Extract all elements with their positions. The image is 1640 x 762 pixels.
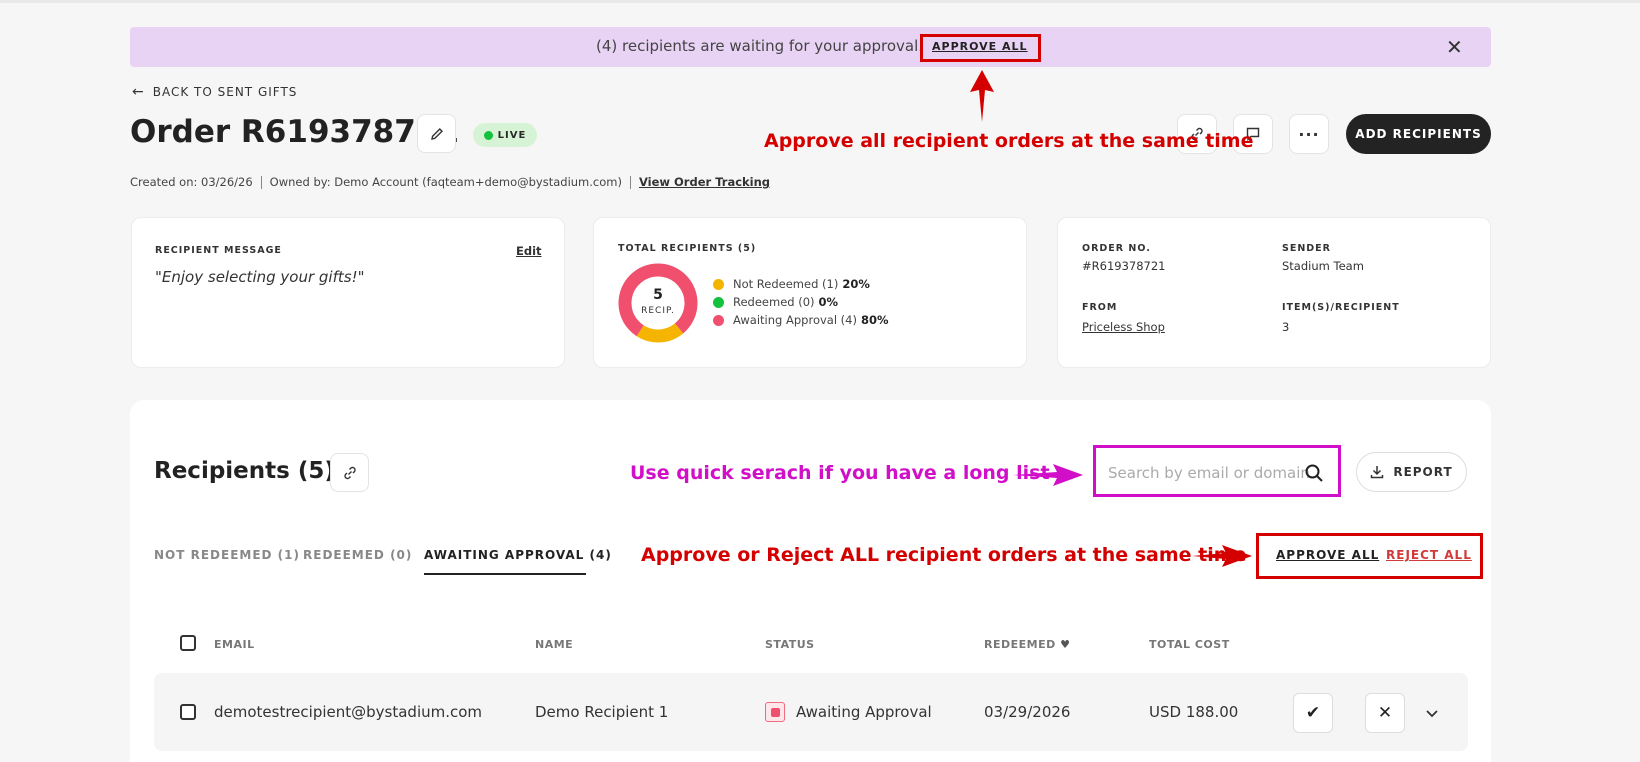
donut-legend: Not Redeemed (1) 20% Redeemed (0) 0% Await…: [713, 275, 889, 329]
tab-not-redeemed[interactable]: NOT REDEEMED (1): [154, 548, 300, 562]
live-dot-icon: [483, 130, 493, 140]
recipient-message-card: [131, 217, 565, 368]
view-order-tracking-link[interactable]: View Order Tracking: [639, 175, 770, 189]
legend-dot-icon: [713, 314, 724, 326]
order-meta: Created on: 03/26/26 Owned by: Demo Accou…: [130, 175, 770, 189]
link-icon: [343, 466, 356, 479]
annotation-arrow-right: [1013, 464, 1083, 486]
legend-label: Awaiting Approval (4): [733, 313, 857, 327]
annotation-bulk-actions: Approve or Reject ALL recipient orders a…: [641, 544, 1247, 566]
sender-value: Stadium Team: [1282, 259, 1364, 273]
row-total-cost: USD 188.00: [1149, 703, 1239, 721]
back-label: BACK TO SENT GIFTS: [152, 85, 298, 99]
search-input[interactable]: Search by email or domain: [1108, 464, 1310, 482]
legend-pct: 20%: [842, 277, 870, 291]
donut-count: 5: [653, 287, 663, 303]
select-all-checkbox[interactable]: [180, 635, 196, 651]
active-tab-underline: [424, 573, 586, 575]
legend-redeemed: Redeemed (0) 0%: [713, 293, 889, 311]
row-name: Demo Recipient 1: [535, 703, 669, 721]
recipients-title: Recipients (5): [154, 458, 335, 484]
download-icon: [1371, 466, 1384, 479]
back-to-sent-gifts-link[interactable]: ← BACK TO SENT GIFTS: [132, 84, 297, 100]
created-date: Created on: 03/26/26: [130, 175, 253, 189]
close-icon[interactable]: ✕: [1446, 35, 1463, 59]
annotation-search: Use quick serach if you have a long list: [630, 462, 1050, 484]
sender-label: SENDER: [1282, 243, 1331, 254]
order-info-card: [1057, 217, 1491, 368]
top-border: [0, 0, 1640, 3]
total-recipients-label: TOTAL RECIPIENTS (5): [618, 243, 757, 254]
row-status: Awaiting Approval: [796, 703, 932, 721]
column-redeemed-label: REDEEMED: [984, 638, 1056, 651]
add-recipients-button[interactable]: ADD RECIPIENTS: [1346, 114, 1491, 154]
donut-unit: RECIP.: [641, 306, 675, 316]
report-label: REPORT: [1393, 465, 1453, 479]
page-title: Order R619378721: [130, 114, 459, 150]
edit-order-button[interactable]: [417, 114, 456, 153]
owner: Owned by: Demo Account (faqteam+demo@bys…: [269, 175, 622, 189]
row-email: demotestrecipient@bystadium.com: [214, 703, 483, 721]
legend-pct: 80%: [860, 313, 889, 327]
order-no-value: #R619378721: [1082, 259, 1166, 273]
column-total-cost: TOTAL COST: [1149, 638, 1230, 651]
legend-not-redeemed: Not Redeemed (1) 20%: [713, 275, 889, 293]
close-icon: ✕: [1377, 703, 1393, 723]
column-redeemed[interactable]: REDEEMED ♥: [984, 638, 1070, 651]
chevron-down-icon[interactable]: [1424, 705, 1440, 721]
order-no-label: ORDER NO.: [1082, 243, 1151, 254]
legend-label: Not Redeemed (1): [733, 277, 839, 291]
pencil-icon: [430, 127, 443, 140]
sort-heart-icon: ♥: [1060, 638, 1071, 651]
more-options-button[interactable]: ···: [1289, 114, 1329, 154]
check-icon: ✔: [1305, 703, 1321, 723]
search-icon[interactable]: [1304, 463, 1324, 483]
reject-all-button[interactable]: REJECT ALL: [1386, 548, 1472, 562]
status-badge: LIVE: [473, 123, 537, 147]
from-shop-link[interactable]: Priceless Shop: [1082, 320, 1165, 334]
legend-pct: 0%: [818, 295, 839, 309]
report-button[interactable]: REPORT: [1356, 452, 1467, 492]
edit-message-link[interactable]: Edit: [516, 244, 542, 258]
annotation-approve-all: Approve all recipient orders at the same…: [764, 130, 1254, 152]
banner-message: (4) recipients are waiting for your appr…: [596, 37, 924, 55]
recipients-donut-chart: [618, 263, 698, 343]
approve-all-button[interactable]: APPROVE ALL: [1276, 548, 1379, 562]
annotation-arrow-right-red: [1192, 545, 1252, 567]
items-per-recipient-value: 3: [1282, 320, 1290, 334]
arrow-left-icon: ←: [132, 84, 145, 100]
from-label: FROM: [1082, 302, 1118, 313]
column-email: EMAIL: [214, 638, 255, 651]
column-name: NAME: [535, 638, 574, 651]
legend-dot-icon: [713, 278, 724, 290]
legend-awaiting-approval: Awaiting Approval (4) 80%: [713, 311, 889, 329]
ellipsis-icon: ···: [1298, 124, 1320, 144]
approve-row-button[interactable]: ✔: [1293, 693, 1333, 733]
status-badge-label: LIVE: [497, 129, 527, 141]
row-checkbox[interactable]: [180, 704, 196, 720]
recipient-message-text: "Enjoy selecting your gifts!": [155, 268, 365, 286]
legend-label: Redeemed (0): [733, 295, 815, 309]
copy-recipients-link-button[interactable]: [330, 453, 369, 492]
reject-row-button[interactable]: ✕: [1365, 693, 1405, 733]
tab-awaiting-approval[interactable]: AWAITING APPROVAL (4): [424, 548, 612, 562]
recipient-message-label: RECIPIENT MESSAGE: [155, 245, 282, 256]
items-per-recipient-label: ITEM(S)/RECIPIENT: [1282, 302, 1400, 313]
annotation-arrow-up: [970, 70, 994, 122]
row-redeemed-date: 03/29/2026: [984, 703, 1071, 721]
column-status: STATUS: [765, 638, 815, 651]
legend-dot-icon: [713, 296, 724, 308]
banner-approve-all-link[interactable]: APPROVE ALL: [932, 40, 1028, 53]
tab-redeemed[interactable]: REDEEMED (0): [303, 548, 412, 562]
awaiting-status-icon: [765, 702, 785, 722]
